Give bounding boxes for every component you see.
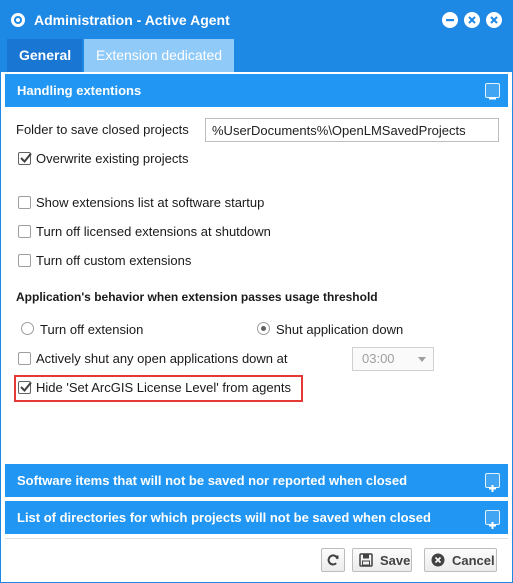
dialog-footer: Save Cancel (5, 538, 508, 578)
software-items-title: Software items that will not be saved no… (17, 473, 408, 488)
threshold-heading: Application's behavior when extension pa… (16, 290, 378, 304)
window-title: Administration - Active Agent (34, 12, 230, 28)
save-icon (359, 553, 373, 570)
collapse-icon[interactable] (485, 83, 500, 100)
shutdown-time-value: 03:00 (362, 351, 395, 366)
show-extensions-label: Show extensions list at software startup (36, 195, 265, 210)
directories-title: List of directories for which projects w… (17, 510, 431, 525)
shut-application-radio[interactable] (257, 322, 270, 335)
cancel-label: Cancel (452, 553, 495, 568)
save-button[interactable]: Save (352, 548, 412, 572)
restore-icon[interactable] (464, 12, 480, 28)
cancel-button[interactable]: Cancel (424, 548, 497, 572)
handling-extensions-title: Handling extentions (17, 83, 142, 98)
turn-off-licensed-label: Turn off licensed extensions at shutdown (36, 224, 271, 239)
overwrite-label: Overwrite existing projects (36, 151, 189, 166)
chevron-down-icon (418, 357, 426, 362)
hide-arcgis-label: Hide 'Set ArcGIS License Level' from age… (36, 380, 291, 395)
admin-window: Administration - Active Agent General Ex… (0, 0, 513, 583)
shutdown-checkbox[interactable] (18, 352, 31, 365)
handling-extensions-panel: Folder to save closed projects Overwrite… (5, 110, 508, 464)
turn-off-custom-checkbox[interactable] (18, 254, 31, 267)
expand-icon[interactable] (485, 473, 500, 492)
title-bar: Administration - Active Agent (1, 1, 512, 39)
expand-icon[interactable] (485, 510, 500, 529)
turn-off-extension-label: Turn off extension (40, 322, 144, 337)
cancel-icon (431, 553, 445, 570)
software-items-header[interactable]: Software items that will not be saved no… (5, 464, 508, 497)
folder-input[interactable] (205, 118, 499, 142)
tab-general[interactable]: General (7, 39, 82, 72)
tab-bar: General Extension dedicated (1, 39, 512, 72)
close-icon[interactable] (486, 12, 502, 28)
shutdown-time-select[interactable]: 03:00 (352, 347, 434, 371)
turn-off-licensed-checkbox[interactable] (18, 225, 31, 238)
folder-label: Folder to save closed projects (16, 122, 189, 137)
shut-application-label: Shut application down (276, 322, 404, 337)
agent-logo-icon (10, 12, 26, 28)
directories-header[interactable]: List of directories for which projects w… (5, 501, 508, 534)
handling-extensions-header[interactable]: Handling extentions (5, 74, 508, 107)
tab-extension-dedicated[interactable]: Extension dedicated (84, 39, 234, 72)
overwrite-checkbox[interactable] (18, 152, 32, 165)
hide-arcgis-checkbox[interactable] (18, 381, 32, 394)
minimize-icon[interactable] (442, 12, 458, 28)
refresh-button[interactable] (321, 548, 345, 572)
shutdown-label: Actively shut any open applications down… (36, 351, 288, 366)
refresh-icon (326, 553, 340, 570)
show-extensions-checkbox[interactable] (18, 196, 31, 209)
save-label: Save (380, 553, 411, 568)
turn-off-custom-label: Turn off custom extensions (36, 253, 192, 268)
turn-off-extension-radio[interactable] (21, 322, 34, 335)
